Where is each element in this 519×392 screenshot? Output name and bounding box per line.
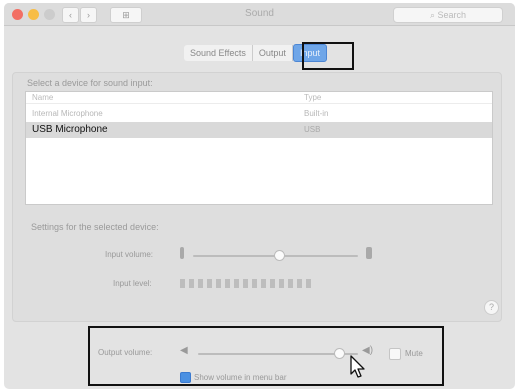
output-volume-label: Output volume: bbox=[98, 348, 153, 357]
tab-output[interactable]: Output bbox=[252, 45, 293, 61]
input-level-label: Input level: bbox=[113, 279, 152, 288]
mute-checkbox[interactable] bbox=[389, 348, 401, 360]
input-volume-knob[interactable] bbox=[273, 250, 285, 261]
input-level-segment bbox=[198, 279, 203, 288]
input-level-segment bbox=[216, 279, 221, 288]
select-device-heading: Select a device for sound input: bbox=[27, 78, 153, 88]
microphone-icon bbox=[180, 247, 184, 259]
search-icon: ⌕ bbox=[429, 10, 435, 20]
input-level-segment bbox=[225, 279, 230, 288]
device-type: USB bbox=[304, 125, 321, 134]
settings-heading: Settings for the selected device: bbox=[31, 222, 159, 232]
device-name: USB Microphone bbox=[32, 124, 108, 135]
input-level-segment bbox=[288, 279, 293, 288]
input-level-segment bbox=[270, 279, 275, 288]
search-field[interactable]: ⌕ Search bbox=[393, 7, 503, 23]
microphone-icon bbox=[366, 247, 372, 259]
show-volume-menubar-checkbox[interactable] bbox=[180, 372, 191, 383]
device-type: Built-in bbox=[304, 109, 329, 118]
output-volume-knob[interactable] bbox=[333, 348, 345, 359]
input-level-segment bbox=[261, 279, 266, 288]
input-level-meter bbox=[180, 279, 311, 288]
column-header-name[interactable]: Name bbox=[32, 92, 53, 103]
input-level-segment bbox=[279, 279, 284, 288]
title-bar: ‹ › ⊞ Sound ⌕ Search bbox=[4, 3, 515, 26]
input-level-segment bbox=[234, 279, 239, 288]
device-name: Internal Microphone bbox=[32, 109, 103, 118]
mouse-cursor-icon bbox=[350, 355, 365, 378]
device-row-usb-microphone[interactable]: USB Microphone USB bbox=[26, 122, 492, 138]
input-level-segment bbox=[297, 279, 302, 288]
device-list[interactable]: Name Type Internal Microphone Built-in U… bbox=[25, 91, 493, 205]
mute-label: Mute bbox=[405, 349, 423, 358]
tab-sound-effects[interactable]: Sound Effects bbox=[184, 45, 253, 61]
search-placeholder: Search bbox=[437, 10, 467, 20]
help-icon[interactable]: ? bbox=[484, 300, 499, 315]
input-volume-label: Input volume: bbox=[105, 250, 154, 259]
column-header-type[interactable]: Type bbox=[304, 92, 321, 103]
input-level-segment bbox=[252, 279, 257, 288]
input-tab-highlight-box bbox=[302, 42, 354, 70]
input-level-segment bbox=[189, 279, 194, 288]
speaker-icon: ◀ bbox=[180, 345, 188, 356]
input-level-segment bbox=[306, 279, 311, 288]
device-list-header: Name Type bbox=[26, 92, 492, 104]
input-panel: Select a device for sound input: Name Ty… bbox=[12, 72, 502, 322]
input-level-segment bbox=[180, 279, 185, 288]
device-row-internal-microphone[interactable]: Internal Microphone Built-in bbox=[26, 106, 492, 122]
input-level-segment bbox=[243, 279, 248, 288]
tab-bar: Sound Effects Output Input bbox=[0, 44, 511, 64]
input-level-segment bbox=[207, 279, 212, 288]
show-volume-menubar-label: Show volume in menu bar bbox=[194, 373, 287, 382]
